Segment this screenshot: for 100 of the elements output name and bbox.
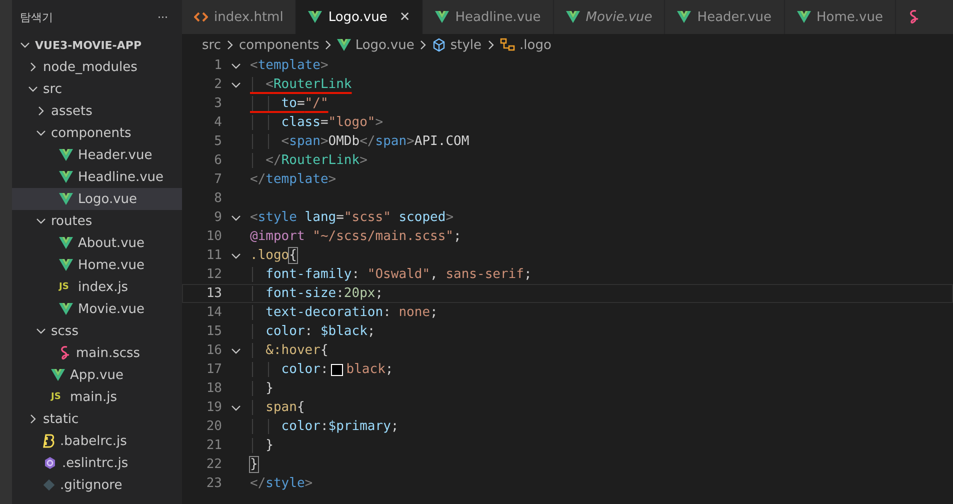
code-line: } (250, 457, 258, 472)
tree-item[interactable]: components (12, 122, 182, 144)
vue-icon (59, 259, 73, 271)
vue-icon (796, 11, 811, 23)
editor-tab[interactable]: Headline.vue (423, 0, 554, 34)
line-number: 10 (205, 229, 222, 244)
code-line: </RouterLink> (250, 153, 368, 168)
line-number: 7 (213, 172, 222, 187)
chevron-down-icon[interactable] (36, 326, 46, 336)
code-line: text-decoration: none; (250, 305, 438, 320)
code-line: color: $black; (250, 324, 376, 339)
tree-item[interactable]: Movie.vue (12, 298, 182, 320)
line-number: 9 (213, 210, 222, 225)
tree-item[interactable]: Headline.vue (12, 166, 182, 188)
sass-icon (59, 346, 71, 360)
vue-icon (337, 39, 352, 51)
chevron-right-icon[interactable] (224, 40, 235, 50)
breadcrumb[interactable]: Logo.vue (337, 38, 414, 52)
vue-icon (59, 149, 73, 161)
chevron-down-icon[interactable] (20, 40, 30, 50)
chevron-down-icon[interactable] (28, 84, 38, 94)
code-line: </style> (250, 476, 313, 491)
tree-item[interactable]: Logo.vue (12, 188, 182, 210)
chevron-right-icon[interactable] (486, 40, 496, 50)
tree-item[interactable]: .gitignore (12, 474, 182, 496)
code-line: <style lang="scss" scoped> (250, 210, 454, 225)
editor-tab[interactable]: Logo.vue ✕ (296, 0, 424, 34)
explorer-title: 탐색기 (20, 10, 53, 24)
breadcrumb[interactable]: style (432, 38, 482, 52)
vue-icon (51, 369, 65, 381)
line-number: 4 (213, 115, 222, 130)
tree-item[interactable]: Home.vue (12, 254, 182, 276)
eslint-icon (43, 456, 57, 470)
code-line: @import "~/scss/main.scss"; (250, 229, 462, 244)
tree-item[interactable]: node_modules (12, 56, 182, 78)
code-line: font-size:20px; (250, 286, 384, 301)
chevron-down-icon[interactable] (231, 212, 241, 222)
tree-item[interactable]: JS index.js (12, 276, 182, 298)
line-number: 16 (205, 343, 222, 358)
line-number: 5 (213, 134, 222, 149)
tree-item[interactable]: static (12, 408, 182, 430)
code-line: } (250, 381, 274, 396)
code-line: .logo{ (250, 248, 297, 263)
line-number: 23 (205, 476, 222, 491)
tree-item[interactable]: routes (12, 210, 182, 232)
line-number: 2 (213, 77, 222, 92)
tree-item[interactable]: About.vue (12, 232, 182, 254)
close-icon[interactable]: ✕ (399, 10, 410, 24)
tree-item[interactable]: .babelrc.js (12, 430, 182, 452)
line-number: 13 (205, 286, 222, 301)
editor-tab[interactable]: Header.vue (665, 0, 785, 34)
breadcrumb[interactable]: components (238, 38, 320, 52)
chevron-right-icon[interactable] (28, 414, 38, 424)
line-number: 8 (213, 191, 222, 206)
tree-item[interactable]: .eslintrc.js (12, 452, 182, 474)
code-line: <span>OMDb</span>API.COM (250, 134, 470, 149)
code-line: </template> (250, 172, 336, 187)
chevron-right-icon[interactable] (323, 40, 334, 50)
tree-item[interactable]: VUE3-MOVIE-APP (12, 34, 182, 56)
vue-icon (435, 11, 450, 23)
code-line: to="/" (250, 96, 328, 111)
tree-item[interactable]: main.scss (12, 342, 182, 364)
chevron-down-icon[interactable] (231, 402, 241, 412)
chevron-down-icon[interactable] (36, 128, 46, 138)
js-icon: JS (51, 392, 65, 402)
editor-tab[interactable]: Home.vue (784, 0, 896, 34)
vue-icon (566, 11, 580, 23)
line-number: 6 (213, 153, 222, 168)
code-line: <RouterLink (250, 77, 352, 92)
chevron-right-icon[interactable] (28, 62, 38, 72)
js-icon: JS (59, 282, 73, 292)
code-line: span{ (250, 400, 305, 415)
line-number: 17 (205, 362, 222, 377)
tree-item[interactable]: JS main.js (12, 386, 182, 408)
chevron-right-icon[interactable] (418, 40, 428, 50)
breadcrumb[interactable]: .logo (500, 38, 552, 52)
symbol-icon (500, 38, 516, 52)
babel-icon (43, 434, 55, 448)
editor-tab[interactable]: index.html (182, 0, 296, 34)
editor-tab[interactable]: Movie.vue (554, 0, 666, 34)
line-number: 3 (213, 96, 222, 111)
tree-item[interactable]: scss (12, 320, 182, 342)
code-line: } (250, 438, 274, 453)
line-number: 11 (205, 248, 222, 263)
chevron-right-icon[interactable] (36, 106, 46, 116)
line-number: 22 (205, 457, 222, 472)
chevron-down-icon[interactable] (36, 216, 46, 226)
tree-item[interactable]: Header.vue (12, 144, 182, 166)
code-line: class="logo"> (250, 115, 384, 130)
tree-item[interactable]: App.vue (12, 364, 182, 386)
more-actions-button[interactable]: ··· (158, 10, 168, 24)
breadcrumb[interactable]: src (202, 38, 221, 52)
vue-icon (59, 171, 73, 183)
line-number: 15 (205, 324, 222, 339)
tree-item[interactable]: assets (12, 100, 182, 122)
tree-item[interactable]: src (12, 78, 182, 100)
vue-icon (308, 11, 322, 23)
code-line: font-family: "Oswald", sans-serif; (250, 267, 532, 282)
chevron-down-icon[interactable] (231, 250, 241, 260)
chevron-down-icon[interactable] (231, 346, 241, 356)
